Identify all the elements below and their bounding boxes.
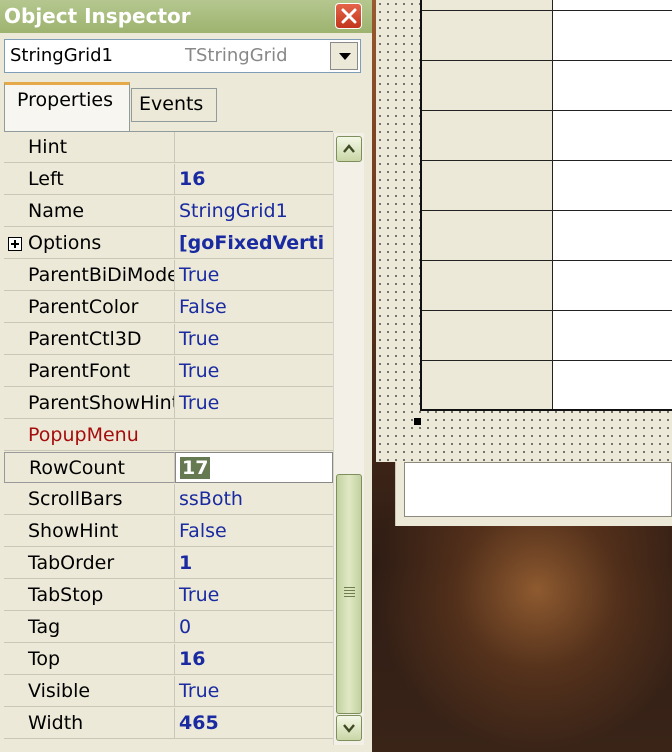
grip-line — [344, 596, 355, 597]
property-name: ParentBiDiMode — [28, 264, 175, 286]
grid-row-line — [422, 310, 672, 311]
property-name: Top — [28, 648, 61, 670]
property-row-top[interactable]: Top 16 — [4, 644, 333, 676]
property-name: Tag — [28, 616, 61, 638]
property-name: ScrollBars — [28, 488, 123, 510]
scrollbar-thumb[interactable] — [336, 474, 362, 714]
combo-dropdown-button[interactable] — [330, 42, 358, 70]
property-row-width[interactable]: Width 465 — [4, 708, 333, 740]
property-name: PopupMenu — [28, 424, 139, 446]
property-name: ParentColor — [28, 296, 139, 318]
property-row-parentcolor[interactable]: ParentColor False — [4, 292, 333, 324]
property-value[interactable]: [goFixedVerti — [179, 232, 324, 254]
property-value[interactable]: StringGrid1 — [179, 200, 288, 222]
property-value[interactable]: 16 — [179, 648, 205, 670]
grip-line — [344, 587, 355, 588]
plus-box-icon[interactable] — [8, 237, 22, 251]
scroll-down-icon — [343, 724, 355, 733]
property-row-tag[interactable]: Tag 0 — [4, 612, 333, 644]
property-row-taborder[interactable]: TabOrder 1 — [4, 548, 333, 580]
form-lower-control[interactable] — [404, 462, 672, 517]
grid-row-line — [422, 110, 672, 111]
property-row-parentbidimode[interactable]: ParentBiDiMode True — [4, 260, 333, 292]
property-row-name[interactable]: Name StringGrid1 — [4, 196, 333, 228]
property-value[interactable]: 16 — [179, 168, 205, 190]
property-name: ParentCtl3D — [28, 328, 142, 350]
grip-line — [344, 590, 355, 591]
scroll-down-button[interactable] — [336, 715, 362, 741]
property-row-hint[interactable]: Hint — [4, 132, 333, 164]
property-row-showhint[interactable]: ShowHint False — [4, 516, 333, 548]
property-name: Name — [28, 200, 85, 222]
property-row-visible[interactable]: Visible True — [4, 676, 333, 708]
close-icon — [341, 8, 357, 24]
property-name: ShowHint — [28, 520, 119, 542]
grid-row-line — [422, 210, 672, 211]
tab-properties[interactable]: Properties — [4, 82, 130, 131]
object-inspector-window: Object Inspector StringGrid1 TStringGrid… — [0, 0, 372, 752]
property-row-left[interactable]: Left 16 — [4, 164, 333, 196]
property-name: Hint — [28, 136, 68, 158]
property-value[interactable]: False — [179, 520, 227, 542]
grid-row-line — [422, 160, 672, 161]
property-value[interactable]: True — [179, 680, 219, 702]
grid-row-line — [422, 60, 672, 61]
property-name: RowCount — [29, 457, 125, 479]
property-name: TabOrder — [28, 552, 115, 574]
property-name: Options — [28, 232, 102, 254]
grid-row-line — [422, 260, 672, 261]
property-name: ParentFont — [28, 360, 131, 382]
component-selector[interactable]: StringGrid1 TStringGrid — [4, 39, 361, 73]
property-name: TabStop — [28, 584, 104, 606]
grid-row-line — [422, 360, 672, 361]
property-list: Hint Left 16 Name StringGrid1 Options [g… — [4, 131, 333, 746]
grid-row-line — [422, 10, 672, 11]
property-name: Left — [28, 168, 64, 190]
scroll-up-icon — [343, 144, 355, 153]
grip-line — [344, 593, 355, 594]
window-title: Object Inspector — [4, 4, 191, 28]
property-value[interactable]: True — [179, 392, 219, 414]
property-row-parentshowhint[interactable]: ParentShowHint True — [4, 388, 333, 420]
property-value[interactable]: 1 — [179, 552, 192, 574]
title-bar[interactable]: Object Inspector — [0, 0, 372, 33]
close-button[interactable] — [335, 3, 362, 29]
property-value[interactable]: True — [179, 584, 219, 606]
property-value-editor[interactable]: 17 — [180, 457, 211, 479]
chevron-down-icon — [339, 53, 351, 60]
property-name: Width — [28, 712, 84, 734]
property-row-parentfont[interactable]: ParentFont True — [4, 356, 333, 388]
property-value[interactable]: True — [179, 360, 219, 382]
property-name: ParentShowHint — [28, 392, 175, 414]
scroll-up-button[interactable] — [336, 136, 362, 162]
grid-fixed-column — [422, 0, 553, 409]
desktop-glow — [372, 520, 672, 752]
property-row-parentctl3d[interactable]: ParentCtl3D True — [4, 324, 333, 356]
property-list-scrollbar[interactable] — [333, 133, 364, 745]
property-value[interactable]: False — [179, 296, 227, 318]
property-row-tabstop[interactable]: TabStop True — [4, 580, 333, 612]
property-row-popupmenu[interactable]: PopupMenu — [4, 420, 333, 452]
selection-handle[interactable] — [414, 418, 421, 425]
property-row-options[interactable]: Options [goFixedVerti — [4, 228, 333, 260]
property-value[interactable]: True — [179, 264, 219, 286]
string-grid-control[interactable] — [420, 0, 672, 411]
property-value[interactable]: ssBoth — [179, 488, 243, 510]
property-value[interactable]: True — [179, 328, 219, 350]
component-class: TStringGrid — [185, 45, 288, 66]
property-name: Visible — [28, 680, 91, 702]
tab-events[interactable]: Events — [131, 88, 217, 122]
component-name: StringGrid1 — [10, 45, 113, 66]
property-row-rowcount[interactable]: RowCount 17 — [4, 452, 333, 484]
property-row-scrollbars[interactable]: ScrollBars ssBoth — [4, 484, 333, 516]
property-value[interactable]: 465 — [179, 712, 219, 734]
property-value[interactable]: 0 — [179, 616, 191, 638]
